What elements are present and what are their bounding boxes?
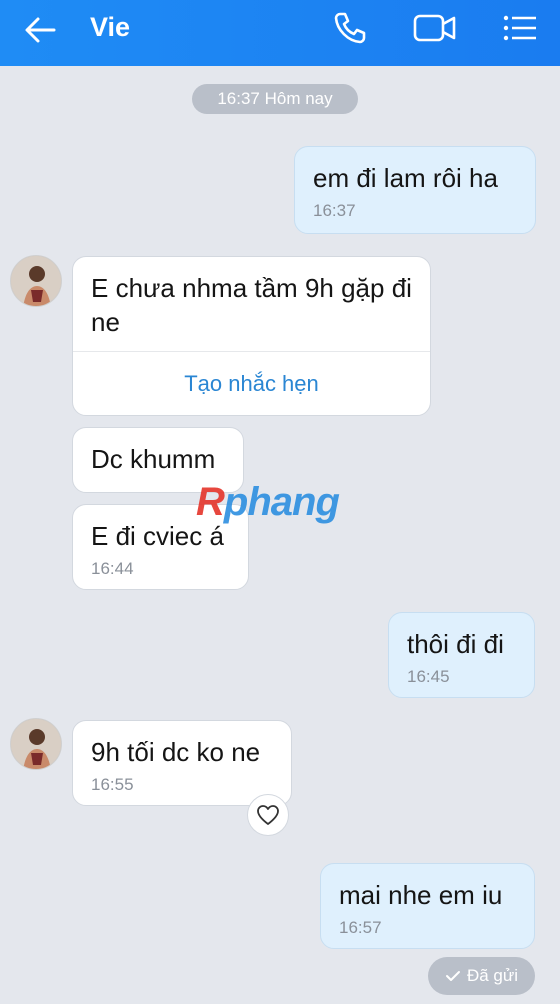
message-text: mai nhe em iu	[339, 880, 503, 910]
date-separator: 16:37 Hôm nay	[192, 84, 358, 114]
message-time: 16:55	[91, 775, 134, 794]
message-time: 16:37	[313, 201, 356, 220]
message-text: 9h tối dc ko ne	[91, 737, 261, 767]
message-bubble-outgoing[interactable]: mai nhe em iu 16:57	[320, 863, 535, 949]
contact-avatar[interactable]	[10, 718, 62, 770]
watermark-logo: Rphang	[196, 480, 340, 524]
message-text: Dc khumm	[91, 444, 216, 474]
message-bubble-incoming[interactable]: E chưa nhma tầm 9h gặp đi ne Tạo nhắc hẹ…	[72, 256, 431, 416]
back-arrow-icon[interactable]	[20, 10, 60, 50]
chat-header: Vie	[0, 0, 560, 66]
message-time: 16:44	[91, 559, 134, 578]
create-reminder-button[interactable]: Tạo nhắc hẹn	[73, 351, 430, 415]
contact-name[interactable]: Vie	[90, 12, 130, 43]
video-call-icon[interactable]	[412, 8, 456, 48]
sent-status-badge: Đã gửi	[428, 957, 535, 995]
message-time: 16:45	[407, 667, 450, 686]
message-bubble-outgoing[interactable]: thôi đi đi 16:45	[388, 612, 535, 698]
message-bubble-incoming[interactable]: 9h tối dc ko ne 16:55	[72, 720, 292, 806]
message-text: E chưa nhma tầm 9h gặp đi ne	[91, 273, 412, 337]
react-heart-button[interactable]	[247, 794, 289, 836]
phone-icon[interactable]	[330, 8, 370, 48]
list-menu-icon[interactable]	[500, 8, 540, 48]
heart-icon	[257, 805, 279, 825]
checkmark-icon	[445, 971, 460, 981]
message-text: em đi lam rôi ha	[313, 163, 498, 193]
message-text: thôi đi đi	[407, 629, 504, 659]
message-bubble-outgoing[interactable]: em đi lam rôi ha 16:37	[294, 146, 536, 234]
contact-avatar[interactable]	[10, 255, 62, 307]
message-time: 16:57	[339, 918, 382, 937]
sent-status-text: Đã gửi	[466, 966, 519, 985]
